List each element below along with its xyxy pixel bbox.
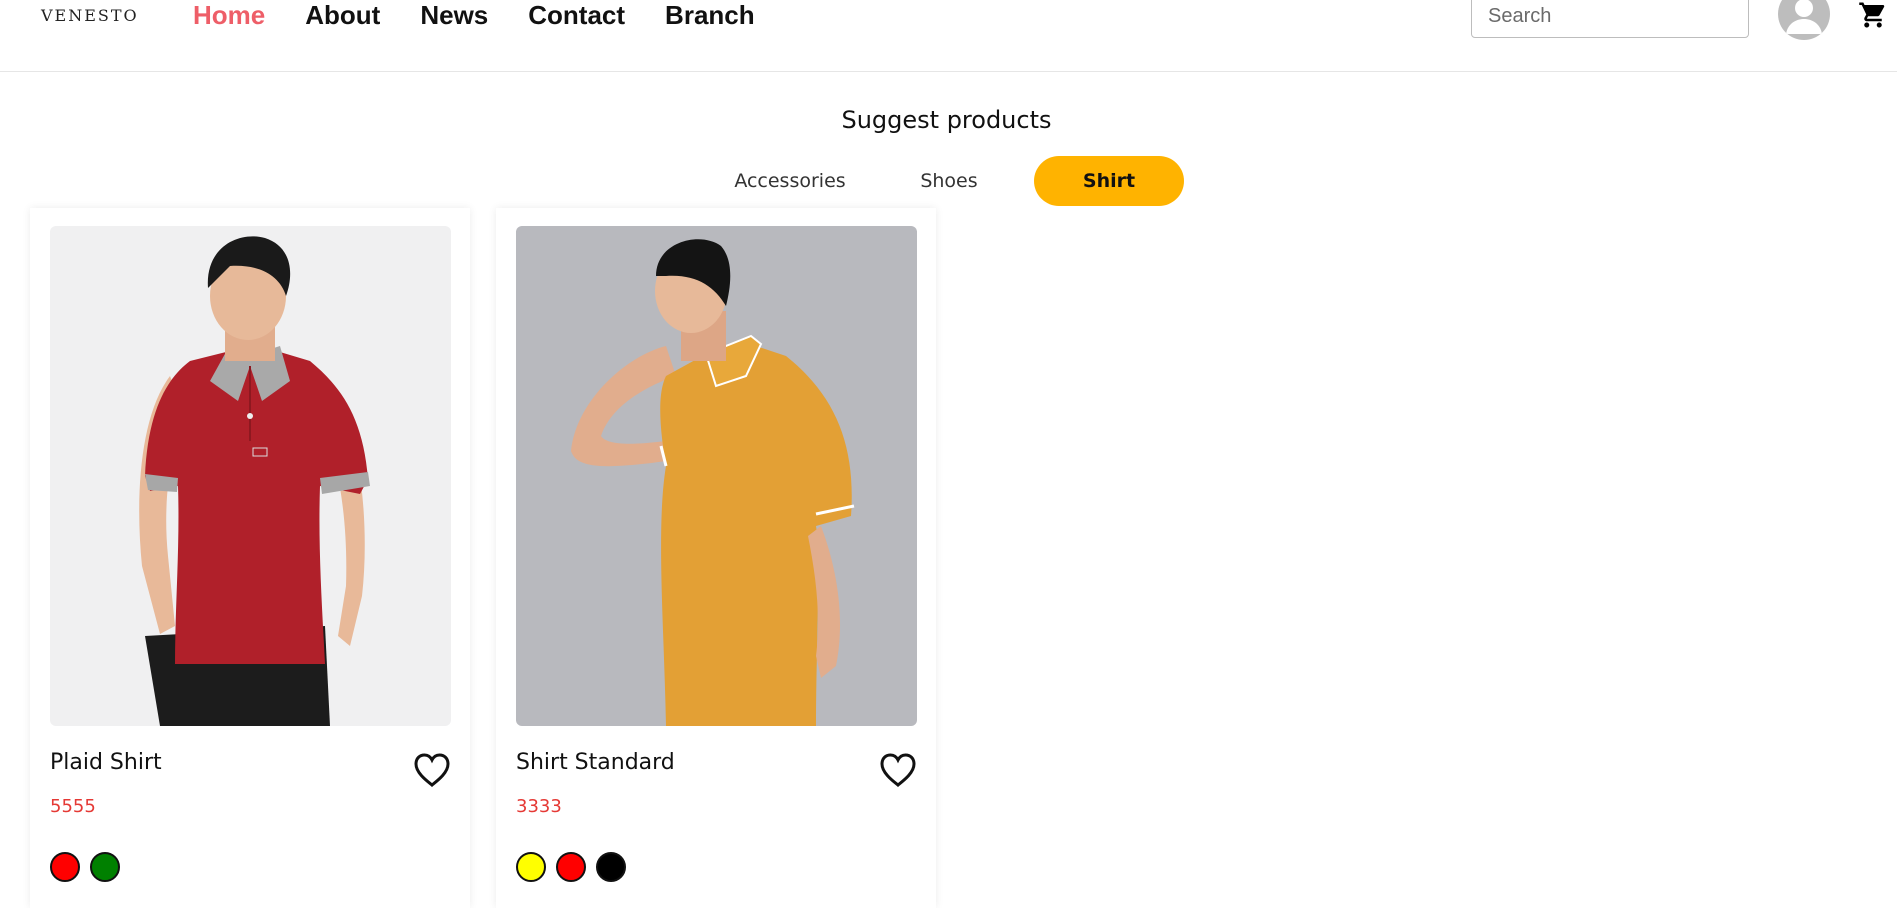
nav-news[interactable]: News [420, 0, 488, 30]
color-swatches [50, 852, 130, 882]
product-name[interactable]: Plaid Shirt [50, 750, 162, 775]
category-tabs: Accessories Shoes Shirt [0, 156, 1897, 206]
nav-home[interactable]: Home [193, 0, 265, 30]
section-title: Suggest products [841, 106, 1052, 134]
tab-accessories[interactable]: Accessories [718, 156, 862, 206]
brand-logo[interactable]: VENESTO [41, 6, 139, 25]
product-price: 5555 [50, 796, 96, 817]
product-card[interactable]: Shirt Standard 3333 [496, 208, 936, 908]
product-price: 3333 [516, 796, 562, 817]
color-swatch-green[interactable] [90, 852, 120, 882]
nav-branch[interactable]: Branch [665, 0, 755, 30]
color-swatch-red[interactable] [50, 852, 80, 882]
product-card[interactable]: Plaid Shirt 5555 [30, 208, 470, 908]
tab-shoes[interactable]: Shoes [900, 156, 998, 206]
color-swatch-black[interactable] [596, 852, 626, 882]
heart-icon[interactable] [412, 752, 452, 788]
nav-contact[interactable]: Contact [528, 0, 625, 30]
product-name[interactable]: Shirt Standard [516, 750, 675, 775]
site-header: VENESTO Home About News Contact Branch [0, 0, 1897, 72]
color-swatches [516, 852, 636, 882]
main-nav: Home About News Contact Branch [193, 0, 795, 30]
product-image-mustard-polo[interactable] [516, 226, 917, 726]
cart-icon[interactable] [1858, 0, 1888, 30]
heart-icon[interactable] [878, 752, 918, 788]
product-image-red-polo[interactable] [50, 226, 451, 726]
account-circle-icon[interactable] [1778, 0, 1830, 40]
tab-shirt[interactable]: Shirt [1034, 156, 1184, 206]
color-swatch-yellow[interactable] [516, 852, 546, 882]
search-input[interactable] [1471, 0, 1749, 38]
nav-about[interactable]: About [305, 0, 380, 30]
color-swatch-red[interactable] [556, 852, 586, 882]
